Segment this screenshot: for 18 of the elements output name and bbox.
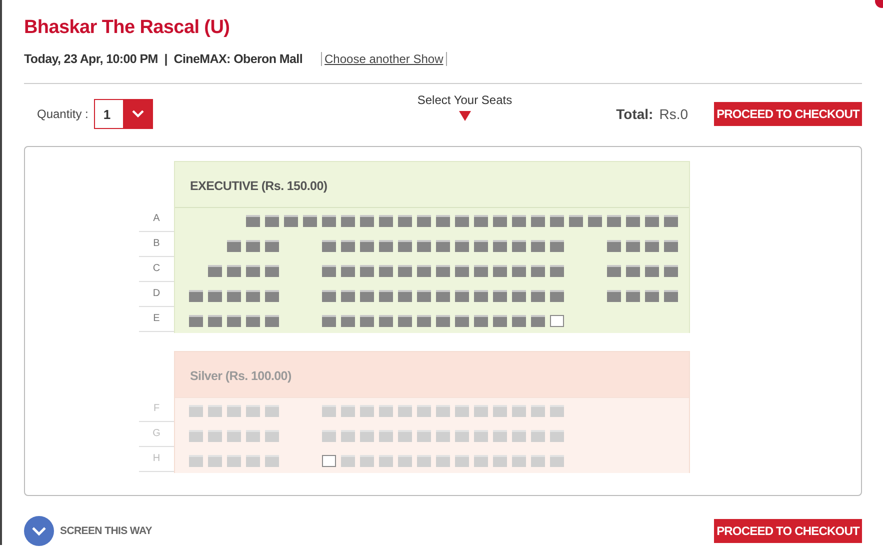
movie-title: Bhaskar The Rascal (U): [24, 16, 231, 40]
show-info: Today, 23 Apr, 10:00 PM | CineMAX: Oberon Mall: [24, 52, 303, 66]
quantity-label: Quantity :: [37, 107, 88, 121]
triangle-icon: [458, 111, 471, 121]
checkout-button[interactable]: PROCEED TO CHECKOUT: [714, 519, 862, 543]
chevron-down-icon: [24, 516, 54, 546]
seat[interactable]: [322, 454, 336, 466]
section-title: EXECUTIVE (Rs. 150.00): [175, 162, 689, 208]
screen-direction-label: SCREEN THIS WAY: [60, 525, 152, 537]
seat[interactable]: [550, 314, 564, 326]
total-value: Rs.0: [659, 106, 688, 122]
select-seats-label: Select Your Seats: [417, 93, 512, 107]
change-show-link[interactable]: Choose another Show: [320, 52, 448, 66]
checkout-button[interactable]: PROCEED TO CHECKOUT: [714, 102, 862, 126]
chevron-down-icon: [132, 110, 144, 118]
total-label: Total:: [616, 106, 654, 122]
section-title: Silver (Rs. 100.00): [175, 352, 689, 398]
quantity-dropdown[interactable]: 1: [94, 99, 154, 129]
